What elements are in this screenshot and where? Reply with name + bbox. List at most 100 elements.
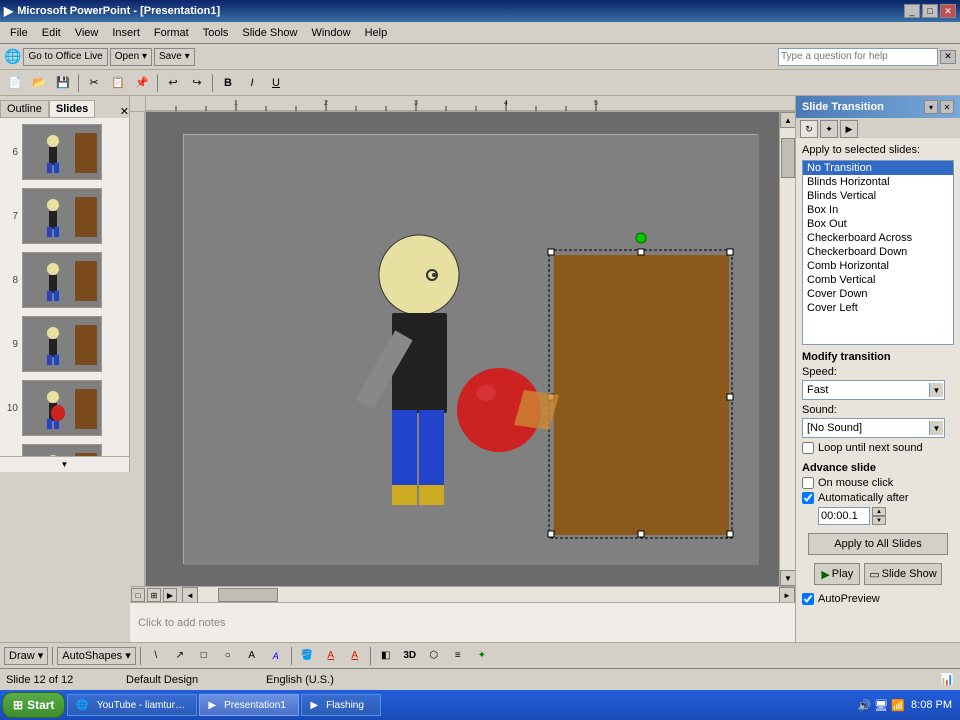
transition-no-transition[interactable]: No Transition: [803, 161, 953, 175]
open-file-button[interactable]: 📂: [28, 73, 50, 93]
play-button[interactable]: ▶ ▶ Play Play: [814, 563, 860, 585]
sound-select[interactable]: [No Sound] Applause Arrow Breeze: [802, 418, 945, 438]
bold-button[interactable]: B: [217, 73, 239, 93]
help-close-button[interactable]: ✕: [940, 50, 956, 64]
line-color-btn[interactable]: A: [320, 646, 342, 666]
save-file-button[interactable]: 💾: [52, 73, 74, 93]
notes-area[interactable]: Click to add notes: [130, 602, 795, 642]
open-button[interactable]: Open ▾: [110, 48, 152, 66]
slide-item-10[interactable]: 10: [2, 378, 127, 438]
transition-blinds-v[interactable]: Blinds Vertical: [803, 189, 953, 203]
panel-close-btn[interactable]: ✕: [940, 100, 954, 114]
scroll-right-arrow[interactable]: ►: [779, 587, 795, 603]
taskbar-presentation[interactable]: ▶ Presentation1: [199, 694, 299, 716]
minimize-button[interactable]: _: [904, 4, 920, 18]
slide-panel-scroll-down[interactable]: ▼: [0, 456, 129, 472]
menu-slideshow[interactable]: Slide Show: [236, 25, 303, 41]
menu-format[interactable]: Format: [148, 25, 195, 41]
start-button[interactable]: ⊞ Start: [2, 692, 65, 718]
scroll-thumb-h[interactable]: [218, 588, 278, 602]
scroll-down-arrow[interactable]: ▼: [780, 570, 795, 586]
rect-tool[interactable]: □: [193, 646, 215, 666]
panel-tab-3[interactable]: ▶: [840, 120, 858, 138]
menu-tools[interactable]: Tools: [197, 25, 235, 41]
close-button[interactable]: ✕: [940, 4, 956, 18]
menu-window[interactable]: Window: [305, 25, 356, 41]
auto-after-checkbox[interactable]: [802, 492, 814, 504]
shadow-btn[interactable]: ◧: [375, 646, 397, 666]
line-tool[interactable]: \: [145, 646, 167, 666]
cube-btn[interactable]: ⬡: [423, 646, 445, 666]
normal-view-btn[interactable]: □: [131, 588, 145, 602]
font-color-btn[interactable]: A: [344, 646, 366, 666]
apply-all-button[interactable]: Apply to All Slides: [808, 533, 948, 555]
scroll-thumb-v[interactable]: [781, 138, 795, 178]
save-button[interactable]: Save ▾: [154, 48, 195, 66]
transition-cover-left[interactable]: Cover Left: [803, 301, 953, 315]
diagram-btn[interactable]: ✦: [471, 646, 493, 666]
slide-item-7[interactable]: 7: [2, 186, 127, 246]
autopreview-checkbox[interactable]: [802, 593, 814, 605]
transition-blinds-h[interactable]: Blinds Horizontal: [803, 175, 953, 189]
help-input[interactable]: [778, 48, 938, 66]
redo-button[interactable]: ↪: [186, 73, 208, 93]
new-button[interactable]: 📄: [4, 73, 26, 93]
time-up-btn[interactable]: ▲: [872, 507, 886, 516]
menu-edit[interactable]: Edit: [36, 25, 67, 41]
italic-button[interactable]: I: [241, 73, 263, 93]
slideshow-view-btn[interactable]: ▶: [163, 588, 177, 602]
underline-button[interactable]: U: [265, 73, 287, 93]
scroll-left-arrow[interactable]: ◄: [182, 587, 198, 603]
officelive-button[interactable]: Go to Office Live: [23, 48, 107, 66]
arrow-tool[interactable]: ↗: [169, 646, 191, 666]
slideshow-button[interactable]: ▭ Slide Show: [864, 563, 941, 585]
textbox-tool[interactable]: A: [241, 646, 263, 666]
slide-item-8[interactable]: 8: [2, 250, 127, 310]
on-mouse-checkbox[interactable]: [802, 477, 814, 489]
tab-slides[interactable]: Slides: [49, 100, 95, 118]
slide-item-11[interactable]: 11: [2, 442, 127, 456]
transition-box-in[interactable]: Box In: [803, 203, 953, 217]
slide-item-9[interactable]: 9: [2, 314, 127, 374]
transition-checkerboard-across[interactable]: Checkerboard Across: [803, 231, 953, 245]
fill-color-btn[interactable]: 🪣: [296, 646, 318, 666]
menu-view[interactable]: View: [69, 25, 105, 41]
menu-insert[interactable]: Insert: [106, 25, 146, 41]
speed-select[interactable]: Slow Medium Fast: [802, 380, 945, 400]
transition-box-out[interactable]: Box Out: [803, 217, 953, 231]
slidesorter-view-btn[interactable]: ⊞: [147, 588, 161, 602]
time-input[interactable]: [818, 507, 870, 525]
scroll-up-arrow[interactable]: ▲: [780, 112, 795, 128]
menu-file[interactable]: File: [4, 25, 34, 41]
align-btn[interactable]: ≡: [447, 646, 469, 666]
autoshapes-button[interactable]: AutoShapes ▾: [57, 647, 136, 665]
paste-button[interactable]: 📌: [131, 73, 153, 93]
transition-comb-v[interactable]: Comb Vertical: [803, 273, 953, 287]
3d-btn[interactable]: 3D: [399, 646, 421, 666]
wordart-tool[interactable]: A: [265, 646, 287, 666]
svg-text:3: 3: [414, 100, 418, 107]
maximize-button[interactable]: □: [922, 4, 938, 18]
copy-button[interactable]: 📋: [107, 73, 129, 93]
cut-button[interactable]: ✂: [83, 73, 105, 93]
panel-tab-1[interactable]: ↻: [800, 120, 818, 138]
loop-checkbox[interactable]: [802, 442, 814, 454]
transition-cover-down[interactable]: Cover Down: [803, 287, 953, 301]
panel-minimize-btn[interactable]: ▾: [924, 100, 938, 114]
slide-item-6[interactable]: 6: [2, 122, 127, 182]
transition-comb-h[interactable]: Comb Horizontal: [803, 259, 953, 273]
draw-button[interactable]: Draw ▾: [4, 647, 48, 665]
slide-canvas[interactable]: [183, 134, 758, 564]
transition-list[interactable]: No Transition Blinds Horizontal Blinds V…: [802, 160, 954, 345]
time-down-btn[interactable]: ▼: [872, 516, 886, 525]
transition-checkerboard-down[interactable]: Checkerboard Down: [803, 245, 953, 259]
undo-button[interactable]: ↩: [162, 73, 184, 93]
taskbar-youtube[interactable]: 🌐 YouTube - liamturn97...: [67, 694, 197, 716]
menu-help[interactable]: Help: [359, 25, 394, 41]
panel-close-button[interactable]: ✕: [120, 105, 129, 118]
vertical-scrollbar[interactable]: ▲ ▼: [779, 112, 795, 586]
tab-outline[interactable]: Outline: [0, 100, 49, 118]
oval-tool[interactable]: ○: [217, 646, 239, 666]
panel-tab-2[interactable]: ✦: [820, 120, 838, 138]
taskbar-flashing[interactable]: ▶ Flashing: [301, 694, 381, 716]
